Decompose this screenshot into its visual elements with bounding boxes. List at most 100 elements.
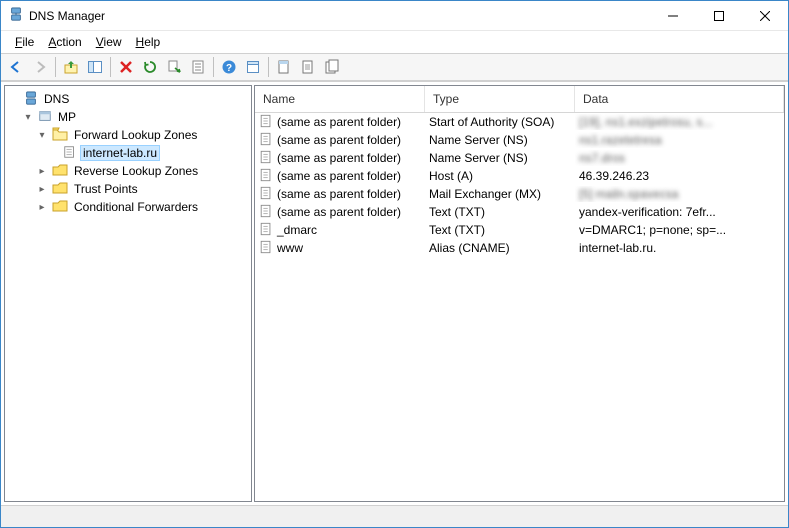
tree-label: DNS [41,91,72,107]
tree-node-reverse-lookup-zones[interactable]: ▸ Reverse Lookup Zones [7,162,249,180]
tree-node-server[interactable]: ▾ MP [7,108,249,126]
dns-root-icon [24,91,38,108]
collapse-icon[interactable]: ▾ [35,130,49,141]
tree-label: Forward Lookup Zones [71,127,200,143]
record-row[interactable]: (same as parent folder) Start of Authorit… [255,113,784,131]
expand-icon[interactable]: ▸ [35,166,49,177]
record-icon [259,186,273,203]
record-type: Name Server (NS) [425,132,575,148]
record-row[interactable]: www Alias (CNAME)internet-lab.ru. [255,239,784,257]
record-name: (same as parent folder) [277,169,401,183]
menu-view[interactable]: View [90,33,128,51]
new-record-icon[interactable] [273,56,295,78]
record-data: v=DMARC1; p=none; sp=... [575,222,784,238]
expand-icon[interactable]: ▸ [35,184,49,195]
records-list: Name Type Data (same as parent folder) St… [254,85,785,502]
collapse-icon[interactable]: ▾ [21,112,35,123]
folder-icon [52,163,68,180]
new-domain-icon[interactable] [321,56,343,78]
window-title: DNS Manager [29,9,105,23]
toolbar: ? [1,53,788,81]
forward-button[interactable] [29,56,51,78]
zone-icon [63,145,77,162]
export-list-icon[interactable] [163,56,185,78]
record-name: (same as parent folder) [277,115,401,129]
properties-icon[interactable] [187,56,209,78]
svg-text:?: ? [226,63,232,74]
close-button[interactable] [742,1,788,31]
help-button[interactable]: ? [218,56,240,78]
back-button[interactable] [5,56,27,78]
tree-node-zone-internet-lab[interactable]: internet-lab.ru [7,144,249,162]
column-header-data[interactable]: Data [575,86,784,112]
record-row[interactable]: (same as parent folder) Name Server (NS)n… [255,149,784,167]
expand-icon[interactable]: ▸ [35,202,49,213]
tree-label: internet-lab.ru [80,145,160,161]
menu-help[interactable]: Help [130,33,167,51]
minimize-button[interactable] [650,1,696,31]
record-name: (same as parent folder) [277,151,401,165]
toolbar-separator [213,57,214,77]
show-hide-tree-icon[interactable] [84,56,106,78]
dns-manager-window: DNS Manager File Action View Help ? [0,0,789,528]
record-row[interactable]: _dmarc Text (TXT)v=DMARC1; p=none; sp=... [255,221,784,239]
up-one-level-icon[interactable] [60,56,82,78]
record-icon [259,240,273,257]
tree-label: Trust Points [71,181,141,197]
menu-action[interactable]: Action [42,33,87,51]
toolbar-separator [268,57,269,77]
record-icon [259,204,273,221]
record-data: [5] mailn.spavecsa [575,186,784,202]
maximize-button[interactable] [696,1,742,31]
toolbar-separator [110,57,111,77]
record-row[interactable]: (same as parent folder) Mail Exchanger (M… [255,185,784,203]
record-name: _dmarc [277,223,317,237]
console-tree[interactable]: DNS ▾ MP ▾ Forward Lookup Zones internet… [4,85,252,502]
menu-file[interactable]: File [9,33,40,51]
folder-icon [52,181,68,198]
tree-label: Reverse Lookup Zones [71,163,201,179]
server-icon [38,109,52,126]
tree-node-forward-lookup-zones[interactable]: ▾ Forward Lookup Zones [7,126,249,144]
record-row[interactable]: (same as parent folder) Name Server (NS)n… [255,131,784,149]
record-type: Text (TXT) [425,204,575,220]
record-type: Mail Exchanger (MX) [425,186,575,202]
tree-node-dns[interactable]: DNS [7,90,249,108]
record-name: www [277,241,303,255]
new-host-icon[interactable] [297,56,319,78]
record-icon [259,222,273,239]
record-name: (same as parent folder) [277,133,401,147]
tree-node-trust-points[interactable]: ▸ Trust Points [7,180,249,198]
record-icon [259,132,273,149]
record-name: (same as parent folder) [277,187,401,201]
record-icon [259,150,273,167]
tree-node-conditional-forwarders[interactable]: ▸ Conditional Forwarders [7,198,249,216]
record-data: yandex-verification: 7efr... [575,204,784,220]
folder-icon [52,199,68,216]
record-type: Alias (CNAME) [425,240,575,256]
record-data: 46.39.246.23 [575,168,784,184]
filter-icon[interactable] [242,56,264,78]
titlebar[interactable]: DNS Manager [1,1,788,31]
record-icon [259,114,273,131]
record-type: Host (A) [425,168,575,184]
record-icon [259,168,273,185]
refresh-button[interactable] [139,56,161,78]
record-data: internet-lab.ru. [575,240,784,256]
record-row[interactable]: (same as parent folder) Text (TXT)yandex-… [255,203,784,221]
record-data: ns7.dros [575,150,784,166]
record-type: Start of Authority (SOA) [425,114,575,130]
tree-label: MP [55,109,79,125]
column-header-type[interactable]: Type [425,86,575,112]
record-row[interactable]: (same as parent folder) Host (A)46.39.246… [255,167,784,185]
record-type: Name Server (NS) [425,150,575,166]
record-type: Text (TXT) [425,222,575,238]
folder-open-icon [52,127,68,144]
tree-label: Conditional Forwarders [71,199,201,215]
delete-button[interactable] [115,56,137,78]
column-header-name[interactable]: Name [255,86,425,112]
record-name: (same as parent folder) [277,205,401,219]
record-data: ns1.razetetresa [575,132,784,148]
app-icon [9,7,23,24]
list-body[interactable]: (same as parent folder) Start of Authorit… [255,113,784,501]
